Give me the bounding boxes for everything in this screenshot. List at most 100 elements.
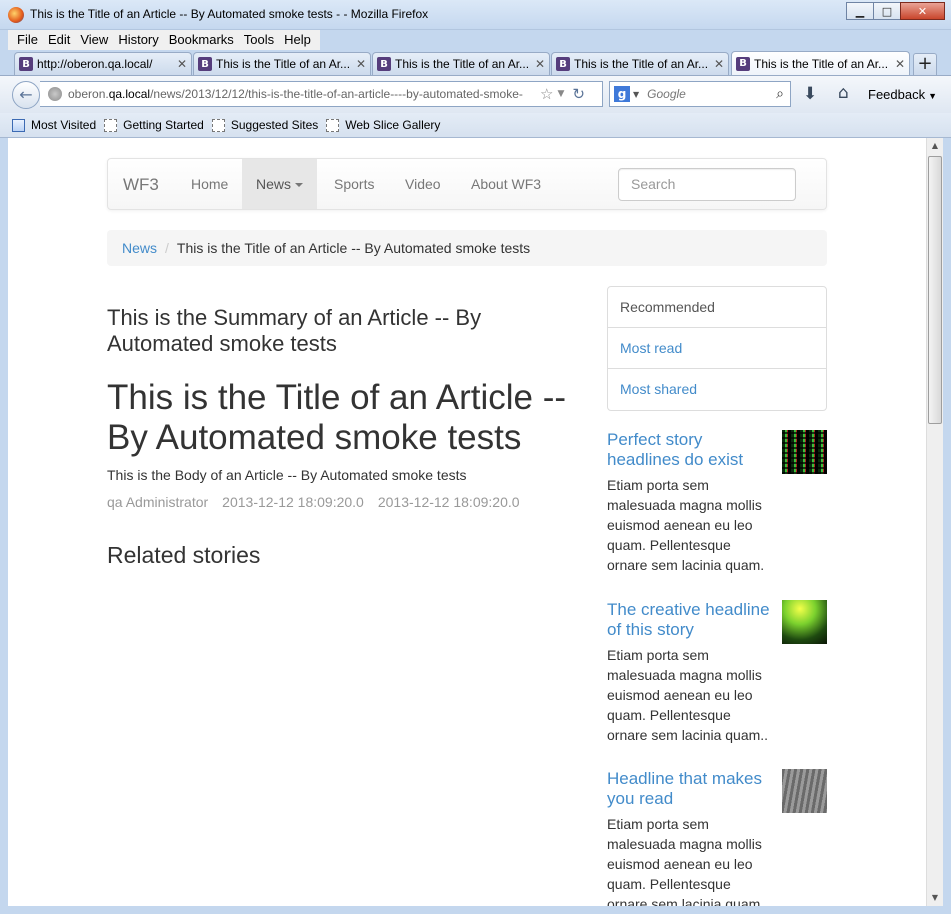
feedback-button[interactable]: Feedback ▼ xyxy=(868,87,937,102)
article-title: This is the Title of an Article -- By Au… xyxy=(107,378,567,457)
article-meta: qa Administrator 2013-12-12 18:09:20.0 201… xyxy=(107,494,534,510)
reload-icon[interactable]: ↻ xyxy=(572,85,585,103)
most-read-link[interactable]: Most read xyxy=(608,328,826,369)
bookmark-label: Most Visited xyxy=(31,118,97,132)
site-search-input[interactable]: Search xyxy=(618,168,796,201)
url-bar[interactable]: oberon.qa.local/news/2013/12/12/this-is-… xyxy=(40,81,603,107)
google-icon[interactable]: g xyxy=(614,86,630,102)
bookmark-star-icon[interactable]: ☆ xyxy=(540,85,553,103)
story-headline-link[interactable]: Headline that makes you read xyxy=(607,769,777,809)
story-thumbnail-image[interactable] xyxy=(782,600,827,644)
menu-help[interactable]: Help xyxy=(279,30,316,50)
chevron-down-icon: ▼ xyxy=(928,91,938,101)
recommended-list: Recommended Most read Most shared xyxy=(607,286,827,411)
browser-tab-active[interactable]: B This is the Title of an Ar... ✕ xyxy=(731,51,910,75)
tab-label: This is the Title of an Ar... xyxy=(216,57,351,71)
bookmark-folder-icon xyxy=(12,118,25,132)
nav-news-dropdown[interactable]: News xyxy=(242,159,318,209)
search-input[interactable]: Google xyxy=(647,87,776,101)
scrollbar-thumb[interactable] xyxy=(928,156,942,424)
article-summary: This is the Summary of an Article -- By … xyxy=(107,305,482,356)
article-updated: 2013-12-12 18:09:20.0 xyxy=(377,494,520,510)
nav-home[interactable]: Home xyxy=(175,159,244,209)
chevron-down-icon xyxy=(295,183,304,188)
history-dropdown-icon[interactable]: ▼ xyxy=(557,89,564,99)
bookmark-getting-started[interactable]: Getting Started xyxy=(104,118,204,132)
menu-bookmarks[interactable]: Bookmarks xyxy=(164,30,239,50)
site-identity-icon[interactable] xyxy=(48,87,62,101)
tab-close-icon[interactable]: ✕ xyxy=(714,57,724,71)
navigation-toolbar: ← oberon.qa.local/news/2013/12/12/this-i… xyxy=(0,75,951,113)
breadcrumb: News / This is the Title of an Article -- … xyxy=(107,230,827,266)
close-window-button[interactable]: ✕ xyxy=(900,2,945,20)
browser-tab[interactable]: B This is the Title of an Ar... ✕ xyxy=(372,52,550,75)
tab-close-icon[interactable]: ✕ xyxy=(535,57,545,71)
most-shared-link[interactable]: Most shared xyxy=(608,369,826,410)
bootstrap-favicon-icon: B xyxy=(556,57,570,71)
breadcrumb-separator: / xyxy=(165,240,169,256)
nav-video[interactable]: Video xyxy=(391,159,455,209)
bookmark-label: Suggested Sites xyxy=(230,118,319,132)
bootstrap-favicon-icon: B xyxy=(198,57,212,71)
browser-tab[interactable]: B This is the Title of an Ar... ✕ xyxy=(193,52,371,75)
tab-strip: B http://oberon.qa.local/ ✕ B This is th… xyxy=(0,50,951,75)
article-author: qa Administrator xyxy=(107,494,209,510)
story-thumbnail-image[interactable] xyxy=(782,430,827,474)
menu-tools[interactable]: Tools xyxy=(239,30,279,50)
tab-close-icon[interactable]: ✕ xyxy=(356,57,366,71)
url-prefix: oberon. xyxy=(68,87,109,101)
sidebar-story: The creative headline of this story Etia… xyxy=(607,600,827,745)
browser-tab[interactable]: B http://oberon.qa.local/ ✕ xyxy=(14,52,192,75)
bookmark-web-slice-gallery[interactable]: Web Slice Gallery xyxy=(326,118,440,132)
site-brand[interactable]: WF3 xyxy=(123,175,159,195)
search-icon[interactable]: ⌕ xyxy=(776,86,784,102)
menu-edit[interactable]: Edit xyxy=(43,30,75,50)
engine-dropdown-icon[interactable]: ▼ xyxy=(633,90,639,99)
story-headline-link[interactable]: Perfect story headlines do exist xyxy=(607,430,777,470)
feedback-label: Feedback xyxy=(868,87,926,102)
bootstrap-favicon-icon: B xyxy=(19,57,33,71)
related-stories-heading: Related stories xyxy=(107,542,261,568)
vertical-scrollbar[interactable]: ▲ ▼ xyxy=(926,138,943,906)
new-tab-button[interactable]: + xyxy=(913,53,937,75)
back-arrow-icon[interactable]: ← xyxy=(12,81,40,109)
bookmark-most-visited[interactable]: Most Visited xyxy=(12,118,96,132)
story-headline-link[interactable]: The creative headline of this story xyxy=(607,600,777,640)
download-icon[interactable]: ⬇ xyxy=(803,84,817,104)
nav-sports[interactable]: Sports xyxy=(320,159,388,209)
tab-label: This is the Title of an Ar... xyxy=(574,57,709,71)
tab-close-icon[interactable]: ✕ xyxy=(177,57,187,71)
nav-about[interactable]: About WF3 xyxy=(457,159,555,209)
page-icon xyxy=(104,118,118,132)
site-navbar: WF3 Home News Sports Video About WF3 Sea… xyxy=(107,158,827,210)
menu-bar: File Edit View History Bookmarks Tools H… xyxy=(8,30,320,50)
browser-tab[interactable]: B This is the Title of an Ar... ✕ xyxy=(551,52,729,75)
maximize-button[interactable]: □ xyxy=(873,2,901,20)
breadcrumb-news-link[interactable]: News xyxy=(122,240,157,256)
story-excerpt: Etiam porta sem malesuada magna mollis e… xyxy=(607,816,765,906)
minimize-button[interactable]: ▁ xyxy=(846,2,874,20)
bootstrap-favicon-icon: B xyxy=(736,56,750,71)
url-text[interactable]: oberon.qa.local/news/2013/12/12/this-is-… xyxy=(68,87,536,101)
bookmark-suggested-sites[interactable]: Suggested Sites xyxy=(211,118,319,132)
window-frame-bottom xyxy=(0,906,951,914)
sidebar-story: Perfect story headlines do exist Etiam p… xyxy=(607,430,827,575)
recommended-header: Recommended xyxy=(608,287,826,328)
tab-label: http://oberon.qa.local/ xyxy=(37,57,153,71)
menu-view[interactable]: View xyxy=(75,30,113,50)
tab-close-icon[interactable]: ✕ xyxy=(895,57,905,71)
story-thumbnail-image[interactable] xyxy=(782,769,827,813)
menu-history[interactable]: History xyxy=(113,30,163,50)
article-created: 2013-12-12 18:09:20.0 xyxy=(222,494,364,510)
menu-file[interactable]: File xyxy=(12,30,43,50)
scroll-down-icon[interactable]: ▼ xyxy=(927,890,943,906)
tab-label: This is the Title of an Ar... xyxy=(395,57,530,71)
search-bar[interactable]: g ▼ Google ⌕ xyxy=(609,81,791,107)
tab-label: This is the Title of an Ar... xyxy=(754,56,889,71)
window-titlebar: This is the Title of an Article -- By Au… xyxy=(0,0,951,30)
article-body: This is the Body of an Article -- By Aut… xyxy=(107,467,467,483)
window-title: This is the Title of an Article -- By Au… xyxy=(30,7,429,21)
page-icon xyxy=(326,118,340,132)
scroll-up-icon[interactable]: ▲ xyxy=(927,138,943,154)
home-icon[interactable]: ⌂ xyxy=(838,83,849,103)
